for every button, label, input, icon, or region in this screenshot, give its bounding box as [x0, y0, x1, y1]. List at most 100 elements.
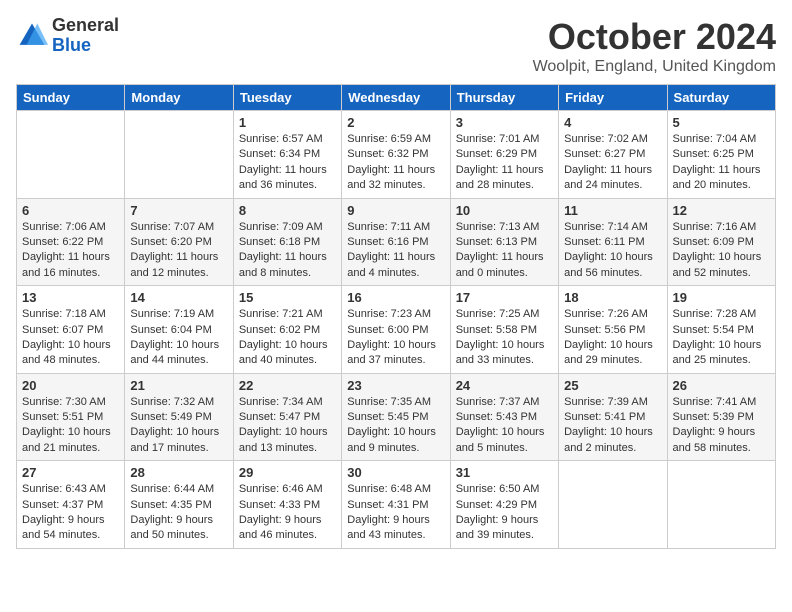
day-cell: 9 Sunrise: 7:11 AM Sunset: 6:16 PM Daylig… — [342, 198, 450, 286]
calendar-table: SundayMondayTuesdayWednesdayThursdayFrid… — [16, 84, 776, 549]
day-cell: 26Sunrise: 7:41 AM Sunset: 5:39 PM Dayli… — [667, 373, 775, 461]
header: General Blue October 2024 Woolpit, Engla… — [16, 16, 776, 76]
week-row-2: 6 Sunrise: 7:06 AM Sunset: 6:22 PM Daylig… — [17, 198, 776, 286]
day-header-thursday: Thursday — [450, 85, 558, 111]
day-info: Sunrise: 7:34 AM Sunset: 5:47 PM Dayligh… — [239, 395, 336, 457]
day-info: Sunrise: 7:04 AM Sunset: 6:25 PM Dayligh… — [673, 132, 770, 194]
day-cell: 7Sunrise: 7:07 AM Sunset: 6:20 PM Daylig… — [125, 198, 233, 286]
day-cell: 31 Sunrise: 6:50 AM Sunset: 4:29 PM Dayli… — [450, 461, 558, 549]
days-header-row: SundayMondayTuesdayWednesdayThursdayFrid… — [17, 85, 776, 111]
day-info: Sunrise: 7:28 AM Sunset: 5:54 PM Dayligh… — [673, 307, 770, 369]
day-cell: 17Sunrise: 7:25 AM Sunset: 5:58 PM Dayli… — [450, 286, 558, 374]
day-info: Sunrise: 7:14 AM Sunset: 6:11 PM Dayligh… — [564, 220, 661, 282]
title-area: October 2024 Woolpit, England, United Ki… — [533, 16, 776, 76]
day-number: 18 — [564, 290, 661, 305]
day-number: 12 — [673, 203, 770, 218]
day-number: 3 — [456, 115, 553, 130]
day-number: 29 — [239, 465, 336, 480]
day-number: 4 — [564, 115, 661, 130]
day-cell: 5 Sunrise: 7:04 AM Sunset: 6:25 PM Daylig… — [667, 111, 775, 199]
day-cell: 24 Sunrise: 7:37 AM Sunset: 5:43 PM Dayli… — [450, 373, 558, 461]
day-info: Sunrise: 7:25 AM Sunset: 5:58 PM Dayligh… — [456, 307, 553, 369]
day-number: 11 — [564, 203, 661, 218]
month-title: October 2024 — [533, 16, 776, 58]
day-info: Sunrise: 7:01 AM Sunset: 6:29 PM Dayligh… — [456, 132, 553, 194]
day-info: Sunrise: 7:18 AM Sunset: 6:07 PM Dayligh… — [22, 307, 119, 369]
day-info: Sunrise: 6:48 AM Sunset: 4:31 PM Dayligh… — [347, 482, 444, 544]
day-number: 23 — [347, 378, 444, 393]
day-number: 14 — [130, 290, 227, 305]
day-info: Sunrise: 6:50 AM Sunset: 4:29 PM Dayligh… — [456, 482, 553, 544]
day-info: Sunrise: 6:44 AM Sunset: 4:35 PM Dayligh… — [130, 482, 227, 544]
day-number: 19 — [673, 290, 770, 305]
week-row-1: 1 Sunrise: 6:57 AM Sunset: 6:34 PM Daylig… — [17, 111, 776, 199]
day-header-saturday: Saturday — [667, 85, 775, 111]
week-row-5: 27Sunrise: 6:43 AM Sunset: 4:37 PM Dayli… — [17, 461, 776, 549]
day-number: 27 — [22, 465, 119, 480]
day-cell: 19 Sunrise: 7:28 AM Sunset: 5:54 PM Dayli… — [667, 286, 775, 374]
location-title: Woolpit, England, United Kingdom — [533, 58, 776, 76]
day-header-friday: Friday — [559, 85, 667, 111]
day-cell — [667, 461, 775, 549]
day-cell: 22 Sunrise: 7:34 AM Sunset: 5:47 PM Dayli… — [233, 373, 341, 461]
day-cell: 13Sunrise: 7:18 AM Sunset: 6:07 PM Dayli… — [17, 286, 125, 374]
day-cell: 15Sunrise: 7:21 AM Sunset: 6:02 PM Dayli… — [233, 286, 341, 374]
day-info: Sunrise: 7:06 AM Sunset: 6:22 PM Dayligh… — [22, 220, 119, 282]
calendar-body: 1 Sunrise: 6:57 AM Sunset: 6:34 PM Daylig… — [17, 111, 776, 549]
day-number: 5 — [673, 115, 770, 130]
day-number: 26 — [673, 378, 770, 393]
day-header-wednesday: Wednesday — [342, 85, 450, 111]
day-info: Sunrise: 7:23 AM Sunset: 6:00 PM Dayligh… — [347, 307, 444, 369]
day-number: 2 — [347, 115, 444, 130]
day-info: Sunrise: 7:35 AM Sunset: 5:45 PM Dayligh… — [347, 395, 444, 457]
day-info: Sunrise: 7:37 AM Sunset: 5:43 PM Dayligh… — [456, 395, 553, 457]
day-cell: 14Sunrise: 7:19 AM Sunset: 6:04 PM Dayli… — [125, 286, 233, 374]
week-row-4: 20 Sunrise: 7:30 AM Sunset: 5:51 PM Dayli… — [17, 373, 776, 461]
day-cell — [559, 461, 667, 549]
day-cell: 10 Sunrise: 7:13 AM Sunset: 6:13 PM Dayli… — [450, 198, 558, 286]
day-info: Sunrise: 7:16 AM Sunset: 6:09 PM Dayligh… — [673, 220, 770, 282]
day-cell — [125, 111, 233, 199]
day-cell: 4Sunrise: 7:02 AM Sunset: 6:27 PM Daylig… — [559, 111, 667, 199]
day-cell: 29 Sunrise: 6:46 AM Sunset: 4:33 PM Dayli… — [233, 461, 341, 549]
day-number: 6 — [22, 203, 119, 218]
day-info: Sunrise: 7:07 AM Sunset: 6:20 PM Dayligh… — [130, 220, 227, 282]
logo: General Blue — [16, 16, 119, 56]
day-cell: 12 Sunrise: 7:16 AM Sunset: 6:09 PM Dayli… — [667, 198, 775, 286]
day-cell: 16 Sunrise: 7:23 AM Sunset: 6:00 PM Dayli… — [342, 286, 450, 374]
day-info: Sunrise: 6:46 AM Sunset: 4:33 PM Dayligh… — [239, 482, 336, 544]
day-cell — [17, 111, 125, 199]
day-number: 25 — [564, 378, 661, 393]
day-header-sunday: Sunday — [17, 85, 125, 111]
day-number: 1 — [239, 115, 336, 130]
day-header-monday: Monday — [125, 85, 233, 111]
day-info: Sunrise: 6:57 AM Sunset: 6:34 PM Dayligh… — [239, 132, 336, 194]
day-cell: 1 Sunrise: 6:57 AM Sunset: 6:34 PM Daylig… — [233, 111, 341, 199]
day-cell: 6 Sunrise: 7:06 AM Sunset: 6:22 PM Daylig… — [17, 198, 125, 286]
day-header-tuesday: Tuesday — [233, 85, 341, 111]
day-info: Sunrise: 7:11 AM Sunset: 6:16 PM Dayligh… — [347, 220, 444, 282]
day-number: 31 — [456, 465, 553, 480]
day-number: 9 — [347, 203, 444, 218]
day-info: Sunrise: 7:13 AM Sunset: 6:13 PM Dayligh… — [456, 220, 553, 282]
day-number: 22 — [239, 378, 336, 393]
logo-blue-text: Blue — [52, 36, 119, 56]
day-info: Sunrise: 7:30 AM Sunset: 5:51 PM Dayligh… — [22, 395, 119, 457]
day-number: 24 — [456, 378, 553, 393]
logo-text: General Blue — [52, 16, 119, 56]
day-cell: 11 Sunrise: 7:14 AM Sunset: 6:11 PM Dayli… — [559, 198, 667, 286]
day-cell: 18 Sunrise: 7:26 AM Sunset: 5:56 PM Dayli… — [559, 286, 667, 374]
day-info: Sunrise: 7:32 AM Sunset: 5:49 PM Dayligh… — [130, 395, 227, 457]
day-number: 10 — [456, 203, 553, 218]
day-number: 30 — [347, 465, 444, 480]
day-number: 28 — [130, 465, 227, 480]
day-cell: 21Sunrise: 7:32 AM Sunset: 5:49 PM Dayli… — [125, 373, 233, 461]
day-cell: 25Sunrise: 7:39 AM Sunset: 5:41 PM Dayli… — [559, 373, 667, 461]
day-number: 16 — [347, 290, 444, 305]
day-info: Sunrise: 7:21 AM Sunset: 6:02 PM Dayligh… — [239, 307, 336, 369]
day-info: Sunrise: 7:09 AM Sunset: 6:18 PM Dayligh… — [239, 220, 336, 282]
day-cell: 3 Sunrise: 7:01 AM Sunset: 6:29 PM Daylig… — [450, 111, 558, 199]
day-number: 20 — [22, 378, 119, 393]
day-cell: 20 Sunrise: 7:30 AM Sunset: 5:51 PM Dayli… — [17, 373, 125, 461]
day-info: Sunrise: 7:26 AM Sunset: 5:56 PM Dayligh… — [564, 307, 661, 369]
